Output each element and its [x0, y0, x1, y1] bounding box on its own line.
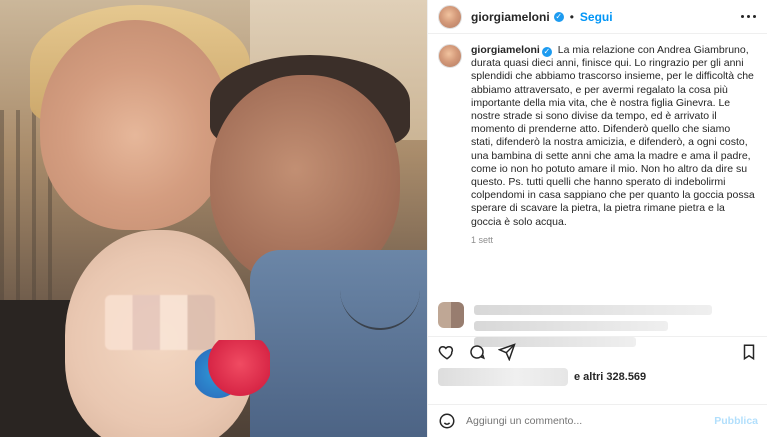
- caption-text: La mia relazione con Andrea Giambruno, d…: [471, 44, 755, 228]
- likes-row: e altri 328.569: [438, 366, 646, 388]
- caption-avatar[interactable]: [438, 44, 462, 68]
- follow-button[interactable]: Segui: [580, 10, 613, 24]
- comment-icon[interactable]: [468, 343, 486, 361]
- caption-row: giorgiameloni ✓ La mia relazione con Andr…: [438, 44, 755, 229]
- post-actions: [428, 336, 767, 366]
- post-timestamp[interactable]: 1 sett: [471, 235, 755, 245]
- more-icon[interactable]: [739, 15, 757, 18]
- post-photo: [0, 0, 427, 437]
- comment-input[interactable]: [466, 415, 706, 427]
- post-header: giorgiameloni ✓ • Segui: [428, 0, 767, 34]
- header-username[interactable]: giorgiameloni: [471, 10, 550, 24]
- publish-button[interactable]: Pubblica: [714, 415, 758, 427]
- photo-toy: [195, 340, 270, 400]
- emoji-icon[interactable]: [438, 412, 456, 430]
- caption-username[interactable]: giorgiameloni: [471, 44, 540, 56]
- post-caption: giorgiameloni ✓ La mia relazione con Andr…: [428, 34, 767, 299]
- verified-badge-icon: ✓: [553, 11, 564, 22]
- bookmark-icon[interactable]: [740, 343, 758, 361]
- comment-avatar-blurred: [438, 302, 464, 328]
- add-comment-bar: Pubblica: [428, 404, 767, 437]
- likes-names-blurred: [438, 368, 568, 386]
- caption-text-block: giorgiameloni ✓ La mia relazione con Andr…: [471, 44, 755, 229]
- actions-left: [438, 342, 516, 361]
- verified-badge-icon: ✓: [541, 46, 552, 57]
- actions-right: [740, 343, 758, 361]
- post-side-panel: giorgiameloni ✓ • Segui giorgiameloni ✓ L…: [427, 0, 767, 437]
- photo-man-shirt: [250, 250, 427, 437]
- photo-woman-face: [40, 20, 230, 230]
- comment-line: [474, 321, 669, 331]
- share-icon[interactable]: [498, 342, 516, 361]
- avatar[interactable]: [438, 4, 462, 29]
- comment-line: [474, 305, 712, 315]
- header-separator: •: [569, 9, 574, 24]
- caption-verified-badge: ✓: [541, 46, 552, 57]
- heart-icon[interactable]: [438, 343, 456, 361]
- likes-count-text[interactable]: e altri 328.569: [574, 371, 646, 383]
